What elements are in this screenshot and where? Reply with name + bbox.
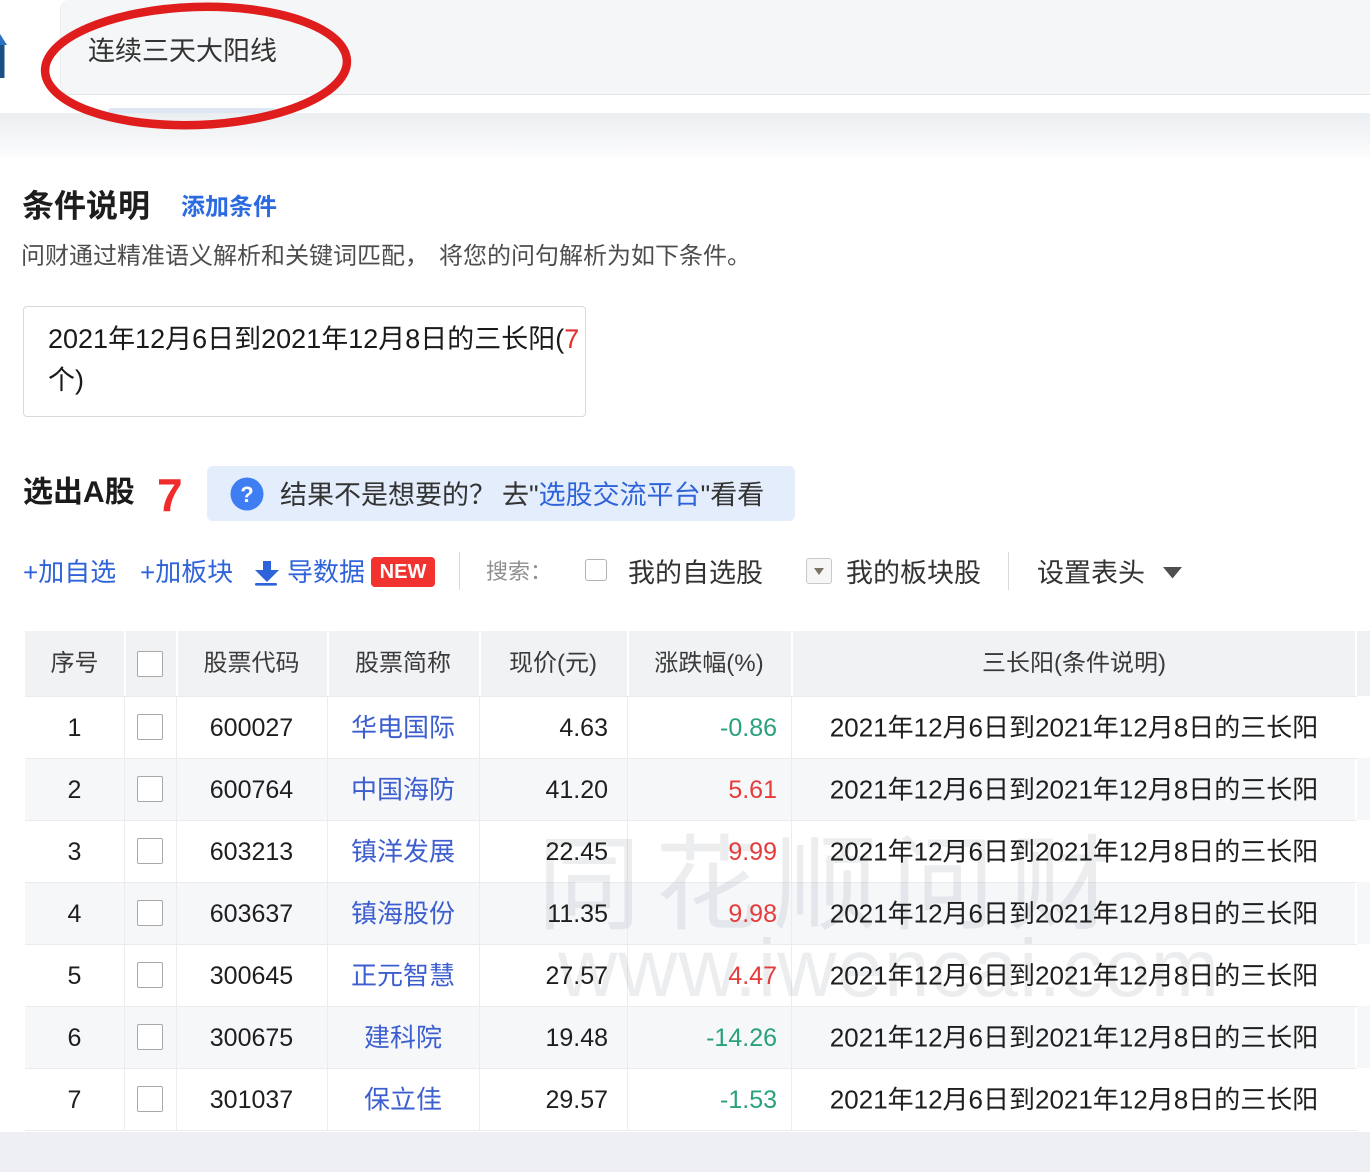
svg-text:7: 7 bbox=[157, 469, 183, 521]
svg-text:5.61: 5.61 bbox=[728, 776, 777, 804]
svg-text:-1.53: -1.53 bbox=[720, 1086, 777, 1114]
svg-text:22.45: 22.45 bbox=[545, 838, 608, 866]
svg-text:301037: 301037 bbox=[210, 1086, 293, 1114]
svg-text:603213: 603213 bbox=[210, 838, 293, 866]
svg-text:2: 2 bbox=[68, 776, 82, 804]
svg-text:3: 3 bbox=[68, 838, 82, 866]
svg-text:6: 6 bbox=[68, 1024, 82, 1052]
svg-text:9.98: 9.98 bbox=[728, 900, 777, 928]
svg-text:300645: 300645 bbox=[210, 962, 293, 990]
svg-text:-0.86: -0.86 bbox=[720, 714, 777, 742]
svg-text:4: 4 bbox=[68, 900, 82, 928]
svg-text:4.63: 4.63 bbox=[559, 714, 608, 742]
svg-text:600764: 600764 bbox=[210, 776, 294, 804]
svg-text:300675: 300675 bbox=[210, 1024, 293, 1052]
svg-text:41.20: 41.20 bbox=[545, 776, 608, 804]
svg-text:29.57: 29.57 bbox=[545, 1086, 608, 1114]
svg-text:603637: 603637 bbox=[210, 900, 293, 928]
svg-text:www.iwencai.com: www.iwencai.com bbox=[557, 923, 1220, 1014]
svg-text:?: ? bbox=[240, 482, 253, 507]
svg-text:5: 5 bbox=[68, 962, 82, 990]
svg-text:4.47: 4.47 bbox=[728, 962, 777, 990]
svg-text:27.57: 27.57 bbox=[545, 962, 608, 990]
svg-text:7: 7 bbox=[68, 1086, 82, 1114]
svg-text:19.48: 19.48 bbox=[545, 1024, 608, 1052]
svg-text:-14.26: -14.26 bbox=[706, 1024, 777, 1052]
svg-text:1: 1 bbox=[68, 714, 82, 742]
svg-text:9.99: 9.99 bbox=[728, 838, 777, 866]
svg-text:600027: 600027 bbox=[210, 714, 293, 742]
svg-text:11.35: 11.35 bbox=[547, 900, 608, 928]
